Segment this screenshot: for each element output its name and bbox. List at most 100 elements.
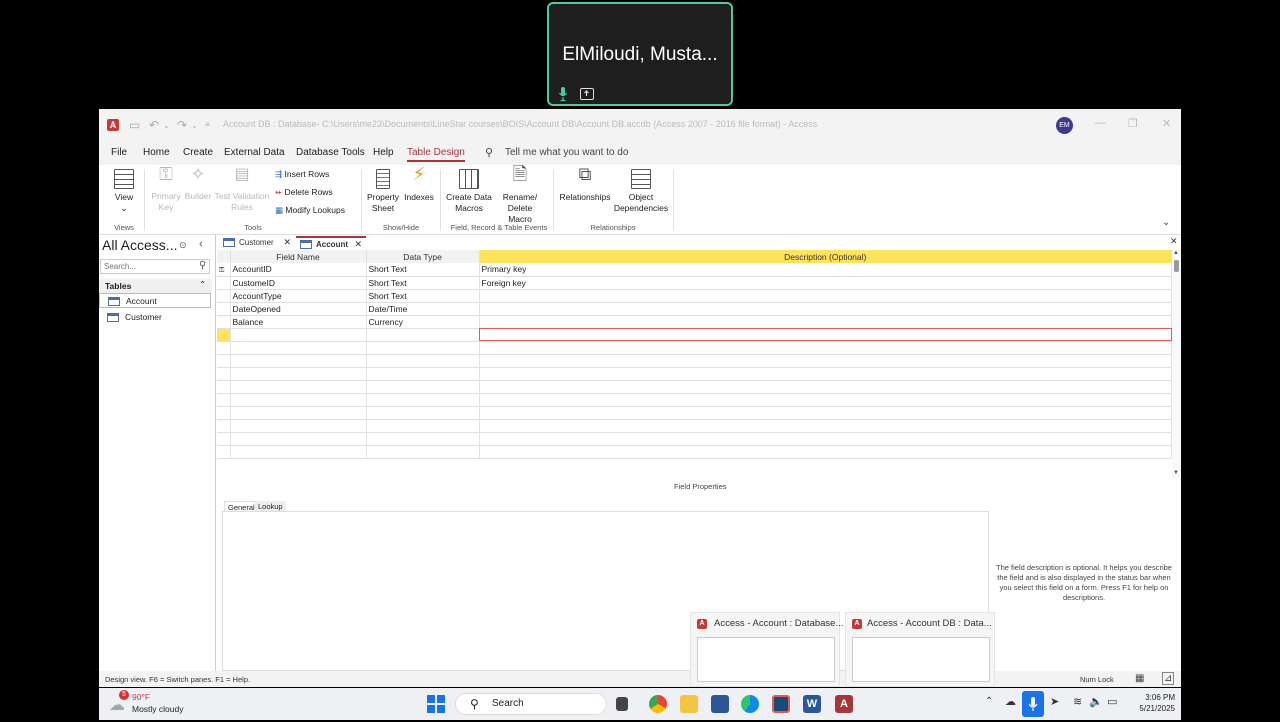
- location-icon[interactable]: ➤: [1050, 695, 1059, 708]
- test-validation-button[interactable]: ▤ Test Validation Rules: [213, 167, 271, 213]
- table-row[interactable]: [217, 445, 1172, 459]
- field-name-cell[interactable]: [230, 354, 367, 368]
- field-name-cell[interactable]: Balance: [230, 315, 367, 329]
- field-name-cell[interactable]: AccountType: [230, 289, 367, 303]
- row-selector[interactable]: [217, 406, 231, 420]
- taskbar-thumbnail-2[interactable]: A Access - Account DB : Data...: [845, 612, 995, 687]
- close-document-icon[interactable]: ✕: [1170, 236, 1178, 247]
- row-selector[interactable]: [217, 315, 231, 329]
- table-row[interactable]: Balance Currency: [217, 315, 1172, 329]
- tell-me-box[interactable]: Tell me what you want to do: [505, 147, 628, 158]
- redo-icon[interactable]: ↷: [177, 118, 187, 132]
- chevron-up-icon[interactable]: ⌃: [985, 696, 993, 707]
- description-cell[interactable]: [479, 289, 1172, 303]
- data-type-cell[interactable]: [366, 406, 480, 420]
- delete-rows-button[interactable]: ⇷ Delete Rows: [275, 187, 333, 198]
- field-name-cell[interactable]: [230, 432, 367, 446]
- taskbar-search[interactable]: ⚲ Search: [455, 693, 607, 715]
- table-row[interactable]: [217, 367, 1172, 381]
- data-type-cell[interactable]: [366, 341, 480, 355]
- webex-icon[interactable]: [772, 695, 790, 713]
- field-name-cell[interactable]: [230, 445, 367, 459]
- view-button[interactable]: View ⌄: [109, 169, 139, 214]
- data-type-cell[interactable]: [366, 354, 480, 368]
- data-type-cell[interactable]: [366, 380, 480, 394]
- onedrive-icon[interactable]: ☁: [1005, 695, 1016, 708]
- store-icon[interactable]: [711, 695, 729, 713]
- collapse-ribbon-icon[interactable]: ⌄: [1162, 217, 1170, 228]
- description-cell[interactable]: [479, 419, 1172, 433]
- table-row[interactable]: CustomeID Short Text Foreign key: [217, 276, 1172, 290]
- data-type-cell[interactable]: [366, 432, 480, 446]
- access-taskbar-icon[interactable]: A: [835, 695, 853, 713]
- mic-icon[interactable]: [558, 86, 568, 102]
- row-selector[interactable]: [217, 289, 231, 303]
- data-type-cell[interactable]: Short Text: [366, 276, 480, 290]
- data-type-cell[interactable]: [366, 393, 480, 407]
- object-dependencies-button[interactable]: Object Dependencies: [613, 169, 669, 214]
- description-cell[interactable]: [479, 302, 1172, 316]
- grid-scrollbar[interactable]: ▲ ▼: [1172, 250, 1181, 479]
- close-icon[interactable]: ✕: [1162, 117, 1171, 130]
- description-cell[interactable]: [479, 432, 1172, 446]
- field-name-cell[interactable]: [230, 393, 367, 407]
- doc-tab-customer[interactable]: Customer ✕: [219, 236, 295, 250]
- tab-file[interactable]: File: [111, 147, 127, 158]
- data-type-cell[interactable]: Currency: [366, 315, 480, 329]
- insert-rows-button[interactable]: ⇶ Insert Rows: [275, 169, 329, 180]
- tab-table-design[interactable]: Table Design: [407, 147, 465, 162]
- table-row[interactable]: [217, 328, 1172, 342]
- row-selector[interactable]: [217, 432, 231, 446]
- field-name-cell[interactable]: [230, 406, 367, 420]
- nav-section-tables[interactable]: Tables ⌃: [99, 279, 212, 293]
- customize-qat-icon[interactable]: ≡: [205, 120, 210, 129]
- microphone-active-icon[interactable]: [1022, 691, 1044, 717]
- table-row[interactable]: [217, 354, 1172, 368]
- undo-icon[interactable]: ↶: [149, 118, 159, 132]
- row-selector[interactable]: ⚿: [217, 263, 231, 277]
- table-row[interactable]: [217, 341, 1172, 355]
- search-icon[interactable]: ⚲: [199, 260, 206, 271]
- chrome-icon[interactable]: [649, 695, 667, 713]
- primary-key-button[interactable]: ⚿ Primary Key: [149, 165, 183, 213]
- description-cell[interactable]: [479, 367, 1172, 381]
- description-cell[interactable]: [479, 380, 1172, 394]
- builder-button[interactable]: ✧ Builder: [183, 165, 213, 202]
- field-name-cell[interactable]: [230, 380, 367, 394]
- collapse-pane-icon[interactable]: ‹: [199, 238, 203, 250]
- field-name-cell[interactable]: [230, 367, 367, 381]
- row-selector[interactable]: [217, 367, 231, 381]
- row-selector[interactable]: [217, 393, 231, 407]
- description-cell[interactable]: [479, 315, 1172, 329]
- undo-dropdown-icon[interactable]: ⌄: [163, 121, 170, 130]
- table-row[interactable]: [217, 393, 1172, 407]
- row-selector[interactable]: [217, 276, 231, 290]
- row-selector[interactable]: [217, 445, 231, 459]
- weather-condition[interactable]: Mostly cloudy: [132, 704, 184, 714]
- share-screen-icon[interactable]: [580, 88, 594, 100]
- meeting-participant-tile[interactable]: ElMiloudi, Musta...: [547, 2, 733, 106]
- folder-icon[interactable]: [680, 695, 698, 713]
- design-view-icon[interactable]: ⊿: [1162, 672, 1175, 685]
- field-name-cell[interactable]: CustomeID: [230, 276, 367, 290]
- field-name-cell[interactable]: [230, 341, 367, 355]
- row-selector[interactable]: [217, 328, 231, 342]
- table-row[interactable]: [217, 432, 1172, 446]
- file-explorer-dark-icon[interactable]: [616, 697, 628, 711]
- nav-item-customer[interactable]: Customer: [99, 310, 211, 325]
- tab-home[interactable]: Home: [143, 147, 170, 158]
- wifi-icon[interactable]: ≋: [1073, 695, 1082, 708]
- scroll-thumb[interactable]: [1174, 260, 1179, 272]
- field-name-cell[interactable]: [230, 328, 367, 342]
- nav-pane-title[interactable]: All Access...: [102, 237, 177, 253]
- row-selector[interactable]: [217, 380, 231, 394]
- nav-menu-icon[interactable]: ⊙: [179, 240, 187, 251]
- field-name-cell[interactable]: DateOpened: [230, 302, 367, 316]
- battery-icon[interactable]: ▭: [1107, 695, 1117, 708]
- scroll-down-icon[interactable]: ▼: [1173, 470, 1179, 476]
- data-type-cell[interactable]: [366, 419, 480, 433]
- field-name-cell[interactable]: AccountID: [230, 263, 367, 277]
- table-row[interactable]: DateOpened Date/Time: [217, 302, 1172, 316]
- property-sheet-button[interactable]: Property Sheet: [365, 169, 401, 214]
- tab-database-tools[interactable]: Database Tools: [296, 147, 365, 158]
